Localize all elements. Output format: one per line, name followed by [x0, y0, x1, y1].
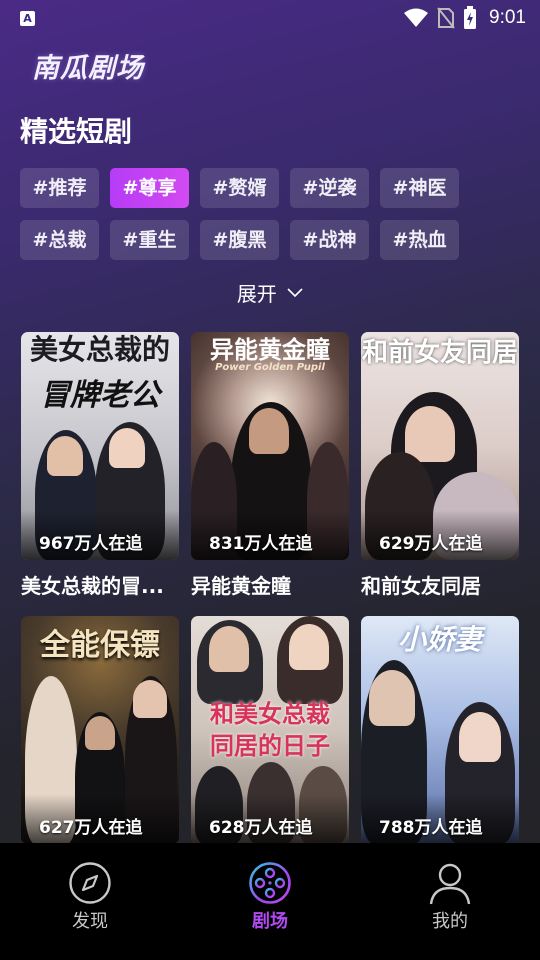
poster-title-text: 小娇妻: [397, 623, 482, 656]
poster-figure: [85, 716, 115, 750]
clock: 9:01: [489, 7, 526, 28]
drama-card[interactable]: 小娇妻 788万人在追: [361, 616, 519, 854]
battery-charging-icon: [464, 6, 477, 29]
tag-chip[interactable]: #总裁: [20, 220, 99, 260]
tag-chip[interactable]: #热血: [380, 220, 459, 260]
poster-figure: [369, 670, 415, 726]
poster-title-text: 和美女总裁: [210, 700, 330, 728]
drama-poster: 异能黄金瞳 Power Golden Pupil 831万人在追: [191, 332, 349, 560]
section-title: 精选短剧: [20, 115, 133, 148]
tag-chip[interactable]: #赘婿: [200, 168, 279, 208]
drama-poster: 美女总裁的 冒牌老公 967万人在追: [21, 332, 179, 560]
poster-figure: [209, 626, 249, 672]
tab-label: 发现: [72, 911, 108, 932]
poster-subtitle-text: 同居的日子: [210, 732, 330, 760]
tag-chip[interactable]: #逆袭: [290, 168, 369, 208]
tag-chip[interactable]: #腹黑: [200, 220, 279, 260]
poster-title-text: 异能黄金瞳: [210, 336, 330, 364]
wifi-icon: [404, 8, 429, 27]
tab-label: 剧场: [252, 911, 288, 932]
tag-chip-selected[interactable]: #尊享: [110, 168, 189, 208]
expand-label: 展开: [236, 282, 277, 306]
drama-title: 和前女友同居: [361, 574, 481, 598]
user-icon: [429, 863, 471, 905]
tag-chip[interactable]: #战神: [290, 220, 369, 260]
view-count: 967万人在追: [39, 534, 143, 554]
app-logo: 南瓜剧场: [32, 53, 144, 84]
app-notification-icon: A: [20, 11, 35, 26]
tab-theater[interactable]: 剧场: [210, 843, 330, 960]
drama-title: 美女总裁的冒...: [21, 574, 164, 598]
poster-figure: [109, 428, 145, 468]
poster-figure: [405, 406, 455, 462]
status-indicators: 9:01: [403, 6, 526, 30]
poster-title-text: 美女总裁的: [29, 333, 170, 366]
status-bar: A 9:01: [0, 0, 540, 36]
poster-figure: [47, 436, 83, 476]
drama-title: 异能黄金瞳: [191, 574, 291, 598]
chevron-down-icon: [287, 287, 303, 297]
view-count: 788万人在追: [379, 818, 483, 838]
poster-title-text: 全能保镖: [40, 628, 160, 663]
drama-poster: 小娇妻 788万人在追: [361, 616, 519, 844]
tag-chip[interactable]: #推荐: [20, 168, 99, 208]
expand-button[interactable]: 展开: [0, 278, 540, 307]
poster-figure: [133, 680, 167, 718]
drama-poster: 和美女总裁 同居的日子 628万人在追: [191, 616, 349, 844]
tab-profile[interactable]: 我的: [390, 843, 510, 960]
drama-card[interactable]: 全能保镖 627万人在追: [21, 616, 179, 854]
film-reel-icon: [249, 862, 291, 904]
drama-card[interactable]: 异能黄金瞳 Power Golden Pupil 831万人在追 异能黄金瞳: [191, 332, 349, 599]
drama-poster: 全能保镖 627万人在追: [21, 616, 179, 844]
compass-icon: [69, 862, 111, 904]
tag-chip[interactable]: #神医: [380, 168, 459, 208]
no-sim-icon: [437, 7, 455, 29]
drama-card[interactable]: 和美女总裁 同居的日子 628万人在追: [191, 616, 349, 854]
tab-discover[interactable]: 发现: [30, 843, 150, 960]
tab-label: 我的: [432, 911, 468, 932]
view-count: 628万人在追: [209, 818, 313, 838]
poster-title-text: 和前女友同居: [361, 338, 518, 368]
drama-poster: 和前女友同居 629万人在追: [361, 332, 519, 560]
drama-card[interactable]: 和前女友同居 629万人在追 和前女友同居: [361, 332, 519, 599]
tag-chip[interactable]: #重生: [110, 220, 189, 260]
poster-subtitle-text: 冒牌老公: [40, 378, 160, 413]
poster-figure: [459, 712, 501, 762]
poster-figure: [289, 624, 329, 670]
drama-card[interactable]: 美女总裁的 冒牌老公 967万人在追 美女总裁的冒...: [21, 332, 179, 599]
view-count: 831万人在追: [209, 534, 313, 554]
poster-subtitle-text: Power Golden Pupil: [215, 362, 325, 373]
view-count: 627万人在追: [39, 818, 143, 838]
poster-figure: [249, 408, 289, 454]
view-count: 629万人在追: [379, 534, 483, 554]
bottom-tab-bar: 发现 剧场 我的: [0, 843, 540, 960]
